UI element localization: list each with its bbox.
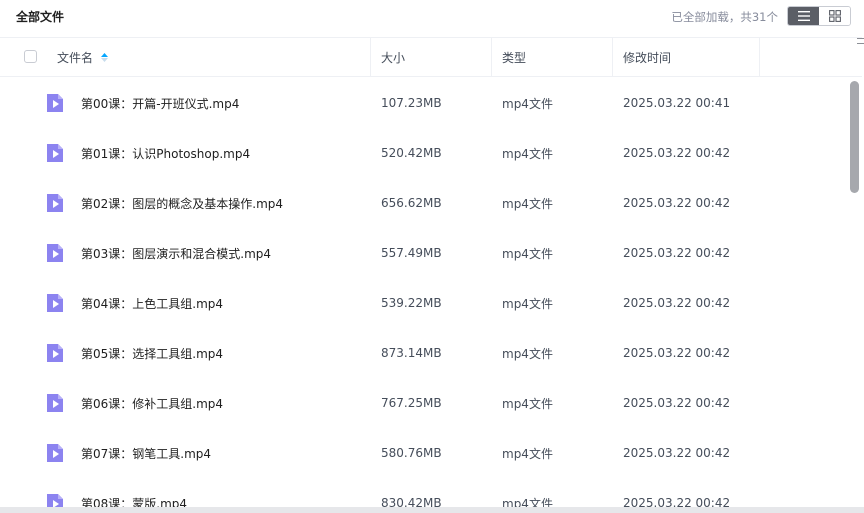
file-type: mp4文件 <box>502 296 553 311</box>
file-modified: 2025.03.22 00:42 <box>623 296 731 310</box>
file-browser: 全部文件 已全部加载，共31个 文件名 大小 类型 修改时间 第00课：开篇-开… <box>0 0 864 513</box>
table-row[interactable]: 第01课：认识Photoshop.mp4 520.42MB mp4文件 2025… <box>0 128 846 178</box>
file-size: 873.14MB <box>381 346 442 360</box>
file-modified: 2025.03.22 00:42 <box>623 446 731 460</box>
video-file-icon <box>47 94 63 112</box>
table-row[interactable]: 第06课：修补工具组.mp4 767.25MB mp4文件 2025.03.22… <box>0 378 846 428</box>
list-view-icon <box>797 11 810 21</box>
video-file-icon <box>47 444 63 462</box>
video-file-icon <box>47 294 63 312</box>
table-row[interactable]: 第05课：选择工具组.mp4 873.14MB mp4文件 2025.03.22… <box>0 328 846 378</box>
file-name[interactable]: 第05课：选择工具组.mp4 <box>81 328 223 378</box>
file-type: mp4文件 <box>502 146 553 161</box>
column-header-name[interactable]: 文件名 <box>0 38 371 76</box>
view-toggle <box>787 6 851 26</box>
column-label-name: 文件名 <box>57 50 94 65</box>
file-modified: 2025.03.22 00:42 <box>623 146 731 160</box>
table-row[interactable]: 第02课：图层的概念及基本操作.mp4 656.62MB mp4文件 2025.… <box>0 178 846 228</box>
grid-view-button[interactable] <box>819 7 850 25</box>
column-label-type: 类型 <box>502 50 527 65</box>
top-bar: 全部文件 已全部加载，共31个 <box>0 0 864 36</box>
file-name[interactable]: 第00课：开篇-开班仪式.mp4 <box>81 78 239 128</box>
file-type: mp4文件 <box>502 196 553 211</box>
column-header-modified[interactable]: 修改时间 <box>613 38 760 76</box>
breadcrumb[interactable]: 全部文件 <box>16 8 64 25</box>
file-modified: 2025.03.22 00:42 <box>623 196 731 210</box>
video-file-icon <box>47 244 63 262</box>
file-list: 第00课：开篇-开班仪式.mp4 107.23MB mp4文件 2025.03.… <box>0 78 846 513</box>
file-size: 656.62MB <box>381 196 442 210</box>
file-type: mp4文件 <box>502 346 553 361</box>
file-type: mp4文件 <box>502 446 553 461</box>
file-modified: 2025.03.22 00:42 <box>623 246 731 260</box>
table-row[interactable]: 第00课：开篇-开班仪式.mp4 107.23MB mp4文件 2025.03.… <box>0 78 846 128</box>
column-header-size[interactable]: 大小 <box>371 38 492 76</box>
file-name[interactable]: 第04课：上色工具组.mp4 <box>81 278 223 328</box>
table-row[interactable]: 第03课：图层演示和混合模式.mp4 557.49MB mp4文件 2025.0… <box>0 228 846 278</box>
video-file-icon <box>47 144 63 162</box>
column-header-type[interactable]: 类型 <box>492 38 613 76</box>
file-size: 520.42MB <box>381 146 442 160</box>
list-view-button[interactable] <box>788 7 819 25</box>
table-row[interactable]: 第04课：上色工具组.mp4 539.22MB mp4文件 2025.03.22… <box>0 278 846 328</box>
file-name[interactable]: 第02课：图层的概念及基本操作.mp4 <box>81 178 283 228</box>
file-type: mp4文件 <box>502 96 553 111</box>
file-modified: 2025.03.22 00:42 <box>623 396 731 410</box>
loaded-count-text: 已全部加载，共31个 <box>671 10 778 24</box>
file-type: mp4文件 <box>502 246 553 261</box>
file-size: 539.22MB <box>381 296 442 310</box>
file-type: mp4文件 <box>502 396 553 411</box>
file-name[interactable]: 第03课：图层演示和混合模式.mp4 <box>81 228 271 278</box>
edge-handle-icon <box>857 38 864 44</box>
table-row[interactable]: 第07课：钢笔工具.mp4 580.76MB mp4文件 2025.03.22 … <box>0 428 846 478</box>
scrollbar-thumb[interactable] <box>850 81 859 193</box>
file-name[interactable]: 第06课：修补工具组.mp4 <box>81 378 223 428</box>
table-header: 文件名 大小 类型 修改时间 <box>0 37 862 77</box>
video-file-icon <box>47 194 63 212</box>
video-file-icon <box>47 394 63 412</box>
column-label-modified: 修改时间 <box>623 50 672 65</box>
file-modified: 2025.03.22 00:42 <box>623 346 731 360</box>
video-file-icon <box>47 344 63 362</box>
file-name[interactable]: 第01课：认识Photoshop.mp4 <box>81 128 250 178</box>
column-label-size: 大小 <box>381 50 406 65</box>
file-name[interactable]: 第07课：钢笔工具.mp4 <box>81 428 211 478</box>
grid-view-icon <box>828 10 841 22</box>
sort-icon[interactable] <box>101 52 109 62</box>
file-size: 767.25MB <box>381 396 442 410</box>
bottom-edge <box>0 507 864 513</box>
file-size: 107.23MB <box>381 96 442 110</box>
file-size: 580.76MB <box>381 446 442 460</box>
file-size: 557.49MB <box>381 246 442 260</box>
file-modified: 2025.03.22 00:41 <box>623 96 731 110</box>
